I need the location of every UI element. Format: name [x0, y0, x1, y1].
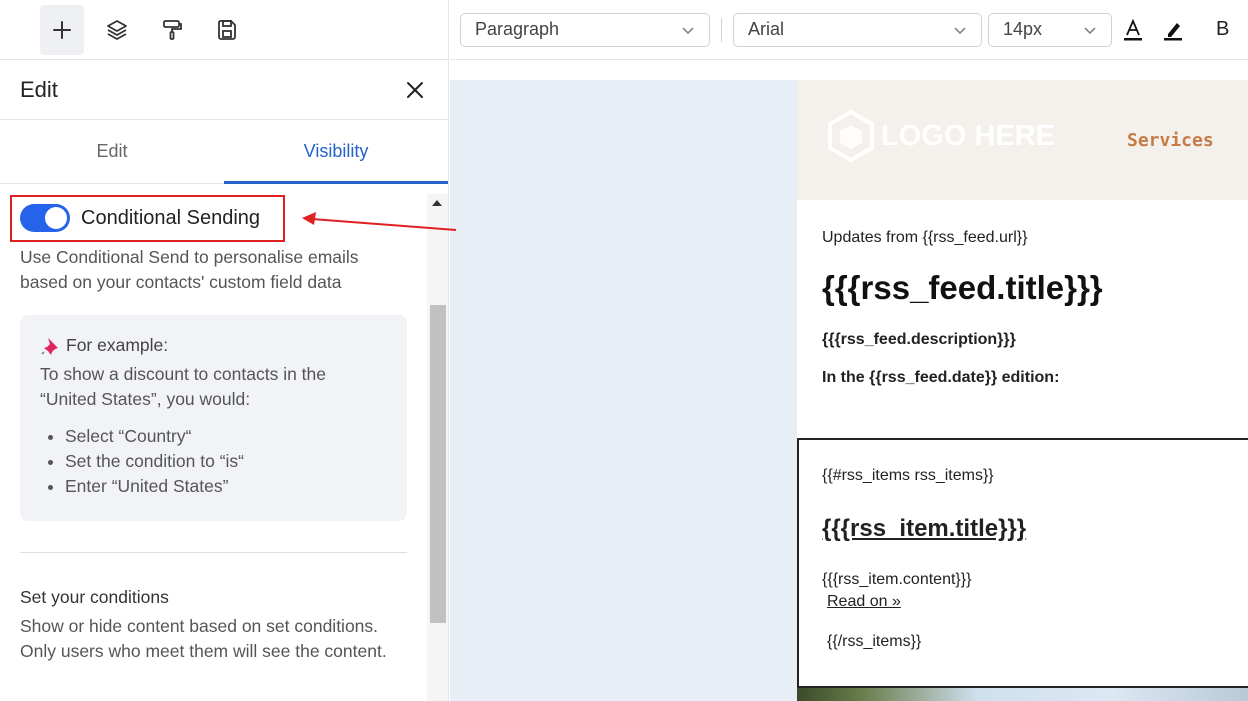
toggle-knob [45, 207, 67, 229]
highlight-color-button[interactable] [1160, 17, 1186, 43]
styles-button[interactable] [150, 5, 194, 55]
image-block[interactable] [797, 688, 1248, 701]
scroll-up-arrow-icon[interactable] [432, 200, 442, 206]
add-block-button[interactable] [40, 4, 84, 55]
read-on-link[interactable]: Read on » [827, 593, 1248, 611]
example-heading: For example: [40, 335, 387, 356]
panel-header: Edit [0, 60, 448, 120]
email-body: Updates from {{rss_feed.url}} {{{rss_fee… [797, 229, 1248, 387]
format-toolbar: Paragraph Arial 14px B [450, 0, 1248, 60]
example-text: To show a discount to contacts in the “U… [40, 364, 326, 409]
close-icon[interactable] [404, 79, 426, 101]
font-size-value: 14px [1003, 19, 1043, 39]
save-button[interactable] [205, 5, 249, 55]
layers-icon [107, 19, 127, 40]
example-heading-text: For example: [66, 335, 169, 355]
editor-canvas: LOGO HERE Services Updates from {{rss_fe… [450, 80, 1248, 701]
nav-link-services[interactable]: Services [1127, 130, 1214, 151]
feed-title[interactable]: {{{rss_feed.title}}} [822, 269, 1248, 307]
conditions-description: Show or hide content based on set condit… [20, 616, 387, 661]
panel-tabs: Edit Visibility [0, 120, 448, 184]
list-item: Select “Country“ [65, 424, 387, 449]
text-color-button[interactable] [1120, 17, 1146, 43]
main-toolbar [0, 0, 448, 60]
items-open-tag: {{#rss_items rss_items}} [822, 467, 994, 484]
left-panel: Edit Edit Visibility Conditional Sending… [0, 0, 449, 701]
font-size-select[interactable]: 14px [988, 12, 1112, 47]
font-family-select[interactable]: Arial [733, 12, 982, 47]
conditional-description: Use Conditional Send to personalise emai… [20, 247, 359, 292]
paint-roller-icon [163, 19, 182, 40]
annotation-arrow-icon [302, 212, 457, 231]
save-icon [218, 19, 236, 40]
items-close-tag: {{/rss_items}} [827, 633, 922, 650]
chevron-down-icon [954, 26, 966, 34]
example-box: For example: To show a discount to conta… [20, 315, 407, 521]
panel-title: Edit [20, 76, 58, 102]
scroll-thumb[interactable] [430, 305, 446, 623]
feed-description[interactable]: {{{rss_feed.description}}} [822, 331, 1248, 349]
tab-visibility[interactable]: Visibility [224, 120, 448, 184]
item-content: {{{rss_item.content}}} [822, 571, 972, 588]
item-title[interactable]: {{{rss_item.title}}} [822, 515, 1248, 543]
email-preview: LOGO HERE Services Updates from {{rss_fe… [797, 80, 1248, 701]
plus-icon [53, 20, 71, 39]
font-family-value: Arial [748, 19, 785, 39]
visibility-panel: Conditional Sending Use Conditional Send… [0, 194, 427, 701]
block-type-select[interactable]: Paragraph [460, 12, 710, 47]
rss-items-block[interactable]: {{#rss_items rss_items}} {{{rss_item.tit… [797, 438, 1248, 688]
logo-text: LOGO HERE [881, 119, 1056, 152]
email-header: LOGO HERE Services [797, 80, 1248, 200]
feed-date[interactable]: In the {{rss_feed.date}} edition: [822, 369, 1248, 387]
list-item: Set the condition to “is“ [65, 449, 387, 474]
panel-scrollbar[interactable] [427, 194, 448, 701]
conditional-sending-toggle[interactable] [20, 204, 70, 232]
example-steps: Select “Country“ Set the condition to “i… [40, 424, 387, 499]
updates-text[interactable]: Updates from {{rss_feed.url}} [822, 229, 1248, 247]
chevron-down-icon [1084, 26, 1096, 34]
logo[interactable]: LOGO HERE [825, 109, 1055, 163]
list-item: Enter “United States” [65, 474, 387, 499]
conditions-title: Set your conditions [20, 587, 169, 607]
divider [20, 552, 407, 553]
bold-button[interactable]: B [1216, 18, 1229, 41]
tab-edit[interactable]: Edit [0, 120, 224, 183]
text-color-icon [1124, 18, 1142, 40]
pushpin-icon [40, 336, 60, 356]
block-type-value: Paragraph [475, 19, 560, 39]
chevron-down-icon [682, 26, 694, 34]
highlighter-icon [1164, 22, 1182, 40]
layers-button[interactable] [95, 5, 139, 55]
separator [721, 17, 722, 42]
logo-hexagon-icon [828, 109, 874, 163]
